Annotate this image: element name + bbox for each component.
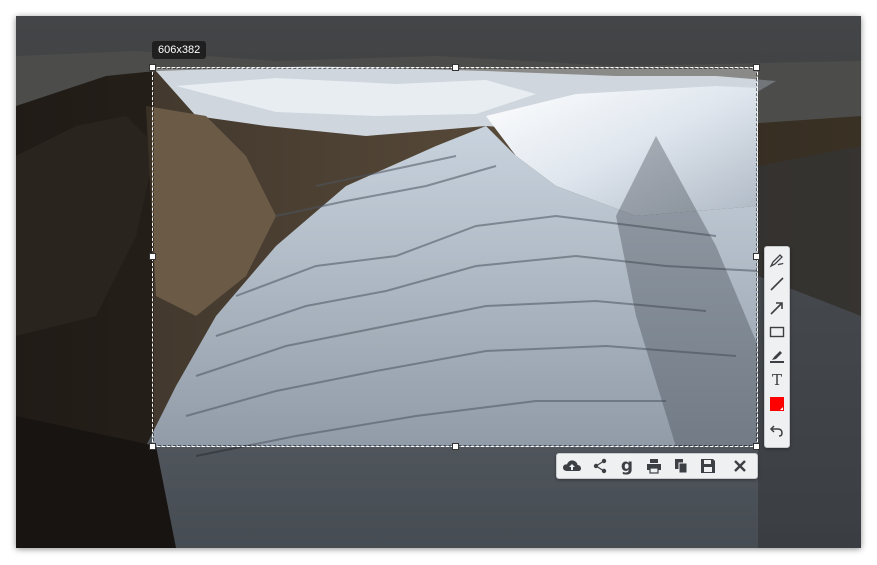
resize-handle-bottom[interactable] — [452, 443, 459, 450]
text-tool-glyph: T — [771, 371, 782, 389]
selection-rectangle[interactable] — [152, 67, 758, 447]
google-search-icon[interactable]: g — [616, 456, 638, 476]
google-glyph: g — [620, 456, 634, 476]
share-icon[interactable] — [589, 456, 611, 476]
text-icon[interactable]: T — [767, 370, 787, 390]
drawing-toolbar: T — [764, 246, 790, 448]
screenshot-canvas[interactable]: 606x382 T g — [16, 16, 861, 548]
action-toolbar: g — [556, 453, 758, 479]
resize-handle-bottom-left[interactable] — [149, 443, 156, 450]
resize-handle-right[interactable] — [753, 253, 760, 260]
dim-overlay-top — [16, 16, 861, 67]
undo-icon[interactable] — [767, 420, 787, 440]
freehand-pen-icon[interactable] — [767, 250, 787, 270]
resize-handle-bottom-right[interactable] — [753, 443, 760, 450]
cloud-upload-icon[interactable] — [561, 456, 583, 476]
color-picker-icon[interactable] — [767, 394, 787, 414]
print-icon[interactable] — [643, 456, 665, 476]
resize-handle-top[interactable] — [452, 64, 459, 71]
close-icon[interactable] — [729, 456, 751, 476]
copy-icon[interactable] — [670, 456, 692, 476]
resize-handle-top-left[interactable] — [149, 64, 156, 71]
dim-overlay-left — [16, 67, 152, 447]
line-icon[interactable] — [767, 274, 787, 294]
rectangle-icon[interactable] — [767, 322, 787, 342]
save-icon[interactable] — [697, 456, 719, 476]
resize-handle-left[interactable] — [149, 253, 156, 260]
arrow-icon[interactable] — [767, 298, 787, 318]
marker-icon[interactable] — [767, 346, 787, 366]
selection-size-label: 606x382 — [152, 41, 207, 59]
resize-handle-top-right[interactable] — [753, 64, 760, 71]
